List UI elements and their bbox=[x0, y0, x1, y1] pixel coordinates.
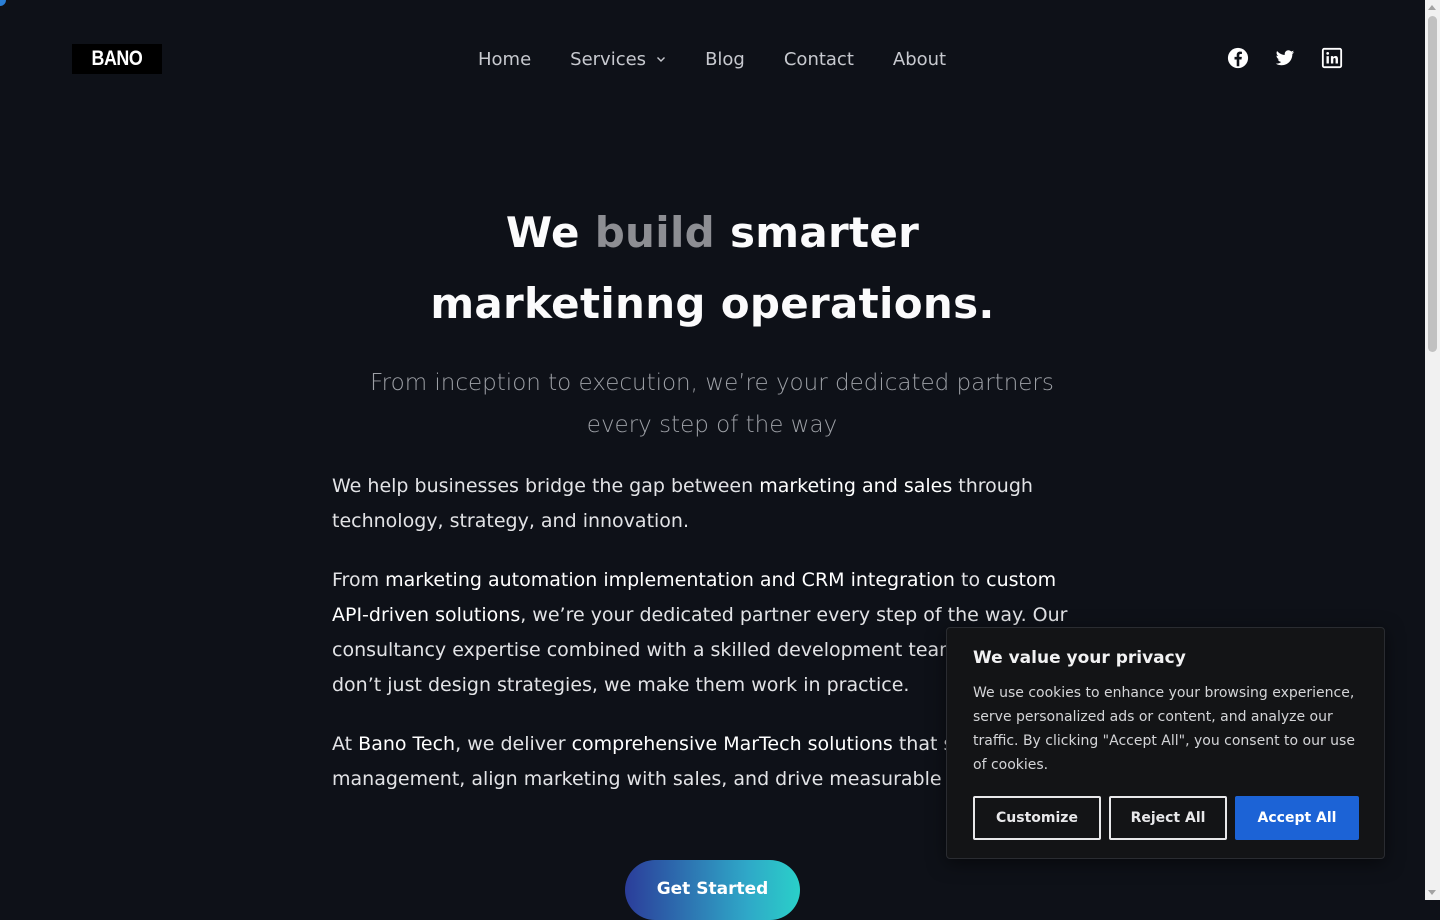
title-accent-word: build bbox=[594, 208, 716, 257]
main-nav: Home Services Blog Contact About bbox=[478, 44, 946, 74]
hero-title-line1: We build smarter bbox=[0, 208, 1425, 257]
social-links bbox=[1227, 47, 1343, 69]
title-suffix: smarter bbox=[729, 208, 920, 257]
nav-home-label: Home bbox=[478, 48, 532, 70]
logo-text: BANO bbox=[91, 47, 143, 70]
nav-blog[interactable]: Blog bbox=[705, 49, 745, 70]
nav-services-label: Services bbox=[570, 48, 647, 70]
hero-title-line2: marketinng operations. bbox=[430, 279, 995, 328]
get-started-button[interactable]: Get Started bbox=[625, 860, 800, 920]
p3-text-a: At bbox=[332, 733, 359, 755]
scroll-up-arrow-icon[interactable] bbox=[1428, 5, 1436, 10]
cookie-title: We value your privacy bbox=[973, 648, 1186, 668]
nav-services[interactable]: Services bbox=[570, 49, 666, 70]
reject-all-button[interactable]: Reject All bbox=[1109, 796, 1227, 840]
site-logo[interactable]: BANO bbox=[72, 44, 162, 74]
nav-contact-label: Contact bbox=[783, 48, 854, 70]
linkedin-icon[interactable] bbox=[1321, 47, 1343, 69]
cookie-consent-banner: We value your privacy We use cookies to … bbox=[946, 627, 1385, 859]
intro-paragraph-1: We help businesses bridge the gap betwee… bbox=[332, 469, 1092, 539]
p2-highlight-1: marketing automation implementation and … bbox=[385, 569, 955, 591]
hero-subtitle: From inception to execution, we’re your … bbox=[370, 370, 1054, 438]
facebook-icon[interactable] bbox=[1227, 47, 1249, 69]
p3-highlight-2: comprehensive MarTech solutions bbox=[571, 733, 893, 755]
nav-about-label: About bbox=[892, 48, 947, 70]
nav-contact[interactable]: Contact bbox=[784, 49, 854, 70]
p2-text-c: to bbox=[954, 569, 987, 591]
nav-about[interactable]: About bbox=[893, 49, 946, 70]
customize-button[interactable]: Customize bbox=[973, 796, 1101, 840]
p2-text-a: From bbox=[332, 569, 386, 591]
scroll-down-arrow-icon[interactable] bbox=[1428, 890, 1436, 895]
chevron-down-icon bbox=[657, 57, 666, 62]
p1-highlight: marketing and sales bbox=[759, 475, 953, 497]
accept-all-button[interactable]: Accept All bbox=[1235, 796, 1359, 840]
vertical-scrollbar[interactable] bbox=[1425, 0, 1440, 900]
cookie-text: We use cookies to enhance your browsing … bbox=[973, 685, 1355, 773]
title-prefix: We bbox=[505, 208, 580, 257]
cookie-buttons: Customize Reject All Accept All bbox=[973, 796, 1359, 840]
corner-indicator bbox=[0, 0, 6, 6]
p3-text-c: , we deliver bbox=[455, 733, 572, 755]
nav-home[interactable]: Home bbox=[478, 49, 531, 70]
scrollbar-thumb[interactable] bbox=[1428, 16, 1437, 352]
p3-highlight-1: Bano Tech bbox=[358, 733, 456, 755]
p1-text-a: We help businesses bridge the gap betwee… bbox=[332, 475, 760, 497]
nav-blog-label: Blog bbox=[705, 48, 745, 70]
twitter-icon[interactable] bbox=[1274, 47, 1296, 69]
